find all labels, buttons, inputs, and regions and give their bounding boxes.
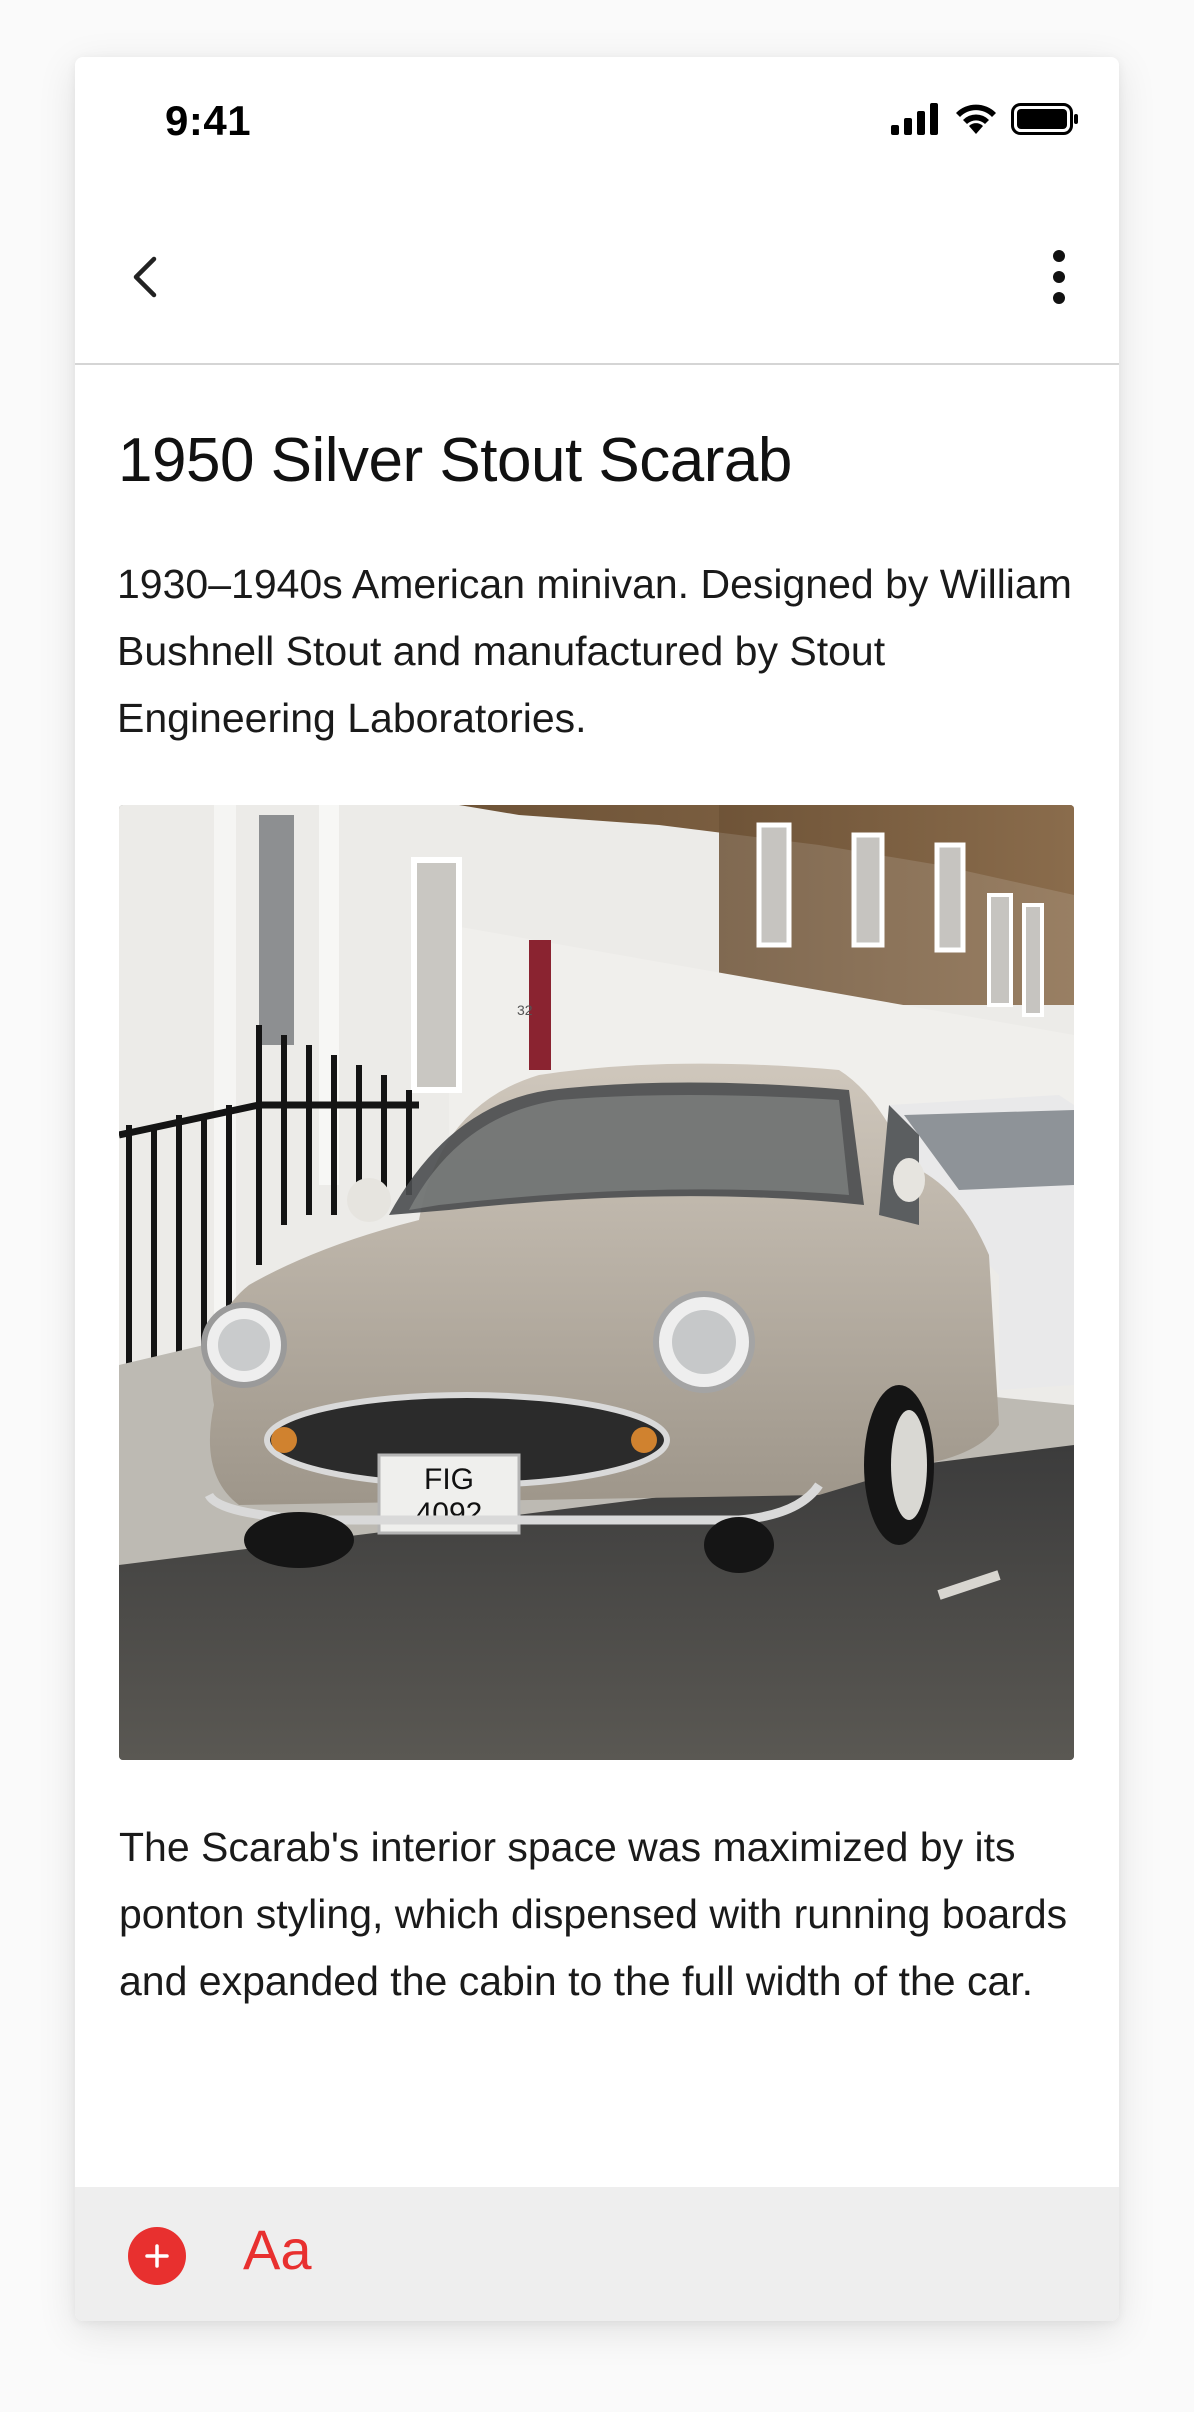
article-body: The Scarab's interior space was maximize… [119, 1824, 1068, 2004]
plate-line-2: 4092 [416, 1497, 483, 1530]
plus-icon [145, 2244, 169, 2268]
vertical-ellipsis-icon [1053, 250, 1065, 304]
article-intro: 1930–1940s American minivan. Designed by… [117, 561, 1072, 741]
navigation-bar [75, 207, 1119, 365]
article-photo[interactable]: 32 FIG 4092 [119, 805, 1074, 1760]
battery-icon [1011, 103, 1078, 135]
text-format-button[interactable]: Aa [243, 2217, 312, 2282]
article-title: 1950 Silver Stout Scarab [118, 426, 792, 495]
bottom-toolbar: Aa [75, 2187, 1119, 2321]
status-time: 9:41 [165, 97, 252, 144]
wifi-icon [956, 104, 996, 134]
door-number: 32 [517, 1002, 533, 1018]
status-bar: 9:41 [75, 57, 1119, 187]
plate-line-1: FIG [424, 1463, 474, 1496]
signal-icon [891, 103, 938, 135]
phone-screen: 9:41 1950 Silver Stout Scarab 1930–1940s… [75, 57, 1119, 2321]
add-button[interactable] [128, 2227, 186, 2285]
status-icons [891, 103, 1079, 135]
car-photo-illustration: 32 FIG 4092 [119, 805, 1074, 1760]
more-options-button[interactable] [1029, 237, 1089, 317]
back-button[interactable] [115, 247, 175, 307]
chevron-left-icon [133, 256, 157, 298]
